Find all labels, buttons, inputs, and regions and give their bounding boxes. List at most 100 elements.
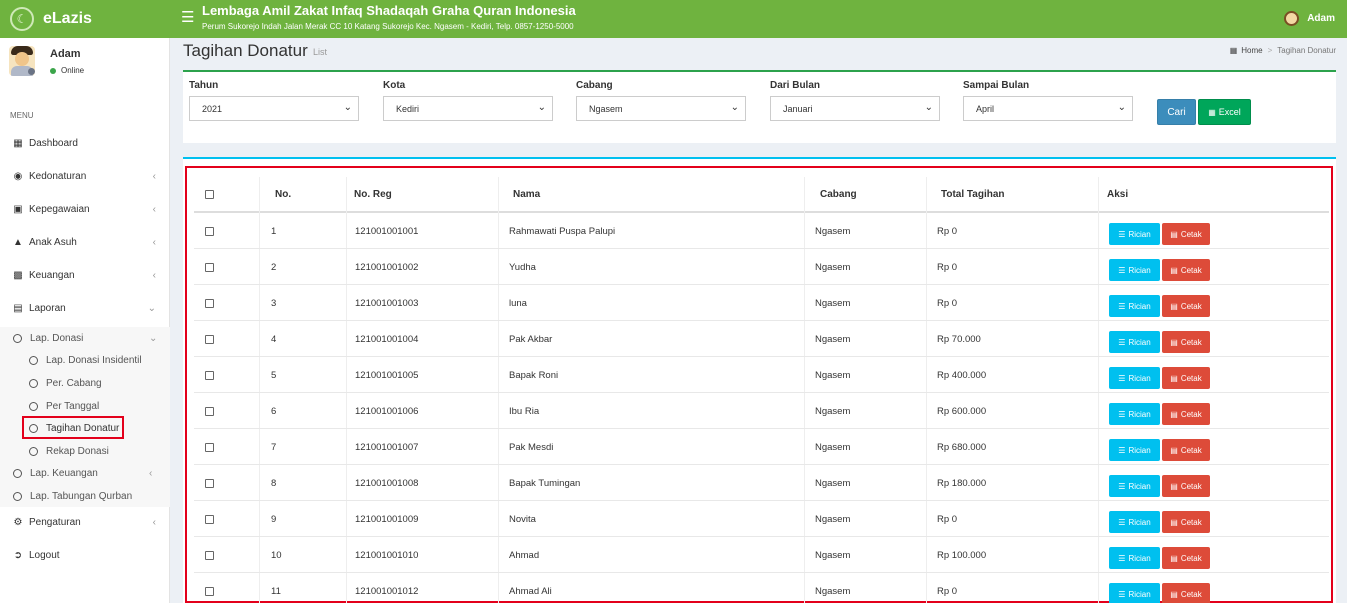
sidebar-item-lap-donasi[interactable]: Lap. Donasi ⌄ <box>13 327 157 349</box>
sidebar-item-lap-donasi-insidentil[interactable]: Lap. Donasi Insidentil <box>29 349 142 371</box>
cetak-label: Cetak <box>1180 553 1202 563</box>
row-checkbox[interactable] <box>205 285 214 321</box>
cetak-button[interactable]: ▤ Cetak <box>1162 367 1210 389</box>
sidebar-item-label: Kepegawaian <box>29 204 90 215</box>
excel-label: Excel <box>1218 107 1241 117</box>
cetak-label: Cetak <box>1180 589 1202 599</box>
cell-nama: Novita <box>509 513 536 525</box>
sidebar-item-per-tanggal[interactable]: Per Tanggal <box>29 395 99 417</box>
rincian-button[interactable]: ☰ Rician <box>1109 331 1160 353</box>
org-address: Perum Sukorejo Indah Jalan Merak CC 10 K… <box>202 22 574 31</box>
status-label: Online <box>61 66 85 75</box>
tahun-select[interactable]: 2021 ⌄ <box>189 96 359 121</box>
rincian-button[interactable]: ☰ Rician <box>1109 295 1160 317</box>
cetak-button[interactable]: ▤ Cetak <box>1162 511 1210 533</box>
col-no-reg[interactable]: No. Reg <box>354 177 392 211</box>
chevron-left-icon: ‹ <box>152 517 156 528</box>
cell-cabang: Ngasem <box>815 261 851 273</box>
table-row: 4 121001001004 Pak Akbar Ngasem Rp 70.000 ☰ Ri… <box>194 321 1329 357</box>
app-logo[interactable]: ☾ eLazis <box>0 0 170 38</box>
cell-nama: Ahmad <box>509 549 540 561</box>
chevron-left-icon: ‹ <box>152 237 156 248</box>
rincian-button[interactable]: ☰ Rician <box>1109 475 1160 497</box>
rincian-button[interactable]: ☰ Rician <box>1109 583 1160 603</box>
cell-no-reg: 121001001010 <box>355 549 419 561</box>
col-cabang[interactable]: Cabang <box>820 177 857 211</box>
cell-cabang: Ngasem <box>815 585 851 597</box>
sidebar-item-anak-asuh[interactable]: ▲ Anak Asuh ‹ <box>0 226 170 259</box>
col-no[interactable]: No. <box>275 177 291 211</box>
col-nama[interactable]: Nama <box>513 177 540 211</box>
cell-total-tagihan: Rp 0 <box>937 261 958 273</box>
chevron-left-icon: ‹ <box>149 467 153 479</box>
rincian-button[interactable]: ☰ Rician <box>1109 259 1160 281</box>
cetak-button[interactable]: ▤ Cetak <box>1162 223 1210 245</box>
col-total-tagihan[interactable]: Total Tagihan <box>941 177 1005 211</box>
cetak-button[interactable]: ▤ Cetak <box>1162 475 1210 497</box>
cabang-select[interactable]: Ngasem ⌄ <box>576 96 746 121</box>
sidebar-item-label: Per. Cabang <box>46 377 102 389</box>
sidebar-item-kedonaturan[interactable]: ◉ Kedonaturan ‹ <box>0 160 170 193</box>
cetak-button[interactable]: ▤ Cetak <box>1162 295 1210 317</box>
user-status: Online <box>50 66 84 75</box>
excel-button[interactable]: ▦ Excel <box>1198 99 1251 125</box>
cell-no: 8 <box>271 477 277 489</box>
file-pdf-icon: ▤ <box>1170 337 1178 347</box>
table-row: 5 121001001005 Bapak Roni Ngasem Rp 400.000 ☰… <box>194 357 1329 393</box>
cetak-button[interactable]: ▤ Cetak <box>1162 547 1210 569</box>
row-checkbox[interactable] <box>205 321 214 357</box>
row-checkbox[interactable] <box>205 537 214 573</box>
hamburger-icon[interactable]: ☰ <box>181 10 194 25</box>
row-checkbox[interactable] <box>205 393 214 429</box>
cetak-button[interactable]: ▤ Cetak <box>1162 583 1210 603</box>
sidebar-item-rekap-donasi[interactable]: Rekap Donasi <box>29 440 109 462</box>
row-checkbox[interactable] <box>205 465 214 501</box>
sidebar-item-laporan[interactable]: ▤ Laporan ⌄ <box>0 292 170 325</box>
chevron-left-icon: ‹ <box>152 204 156 215</box>
file-pdf-icon: ▤ <box>1170 409 1178 419</box>
row-checkbox[interactable] <box>205 429 214 465</box>
cetak-button[interactable]: ▤ Cetak <box>1162 439 1210 461</box>
sidebar-item-keuangan[interactable]: ▩ Keuangan ‹ <box>0 259 170 292</box>
sidebar-item-lap-tabungan-qurban[interactable]: Lap. Tabungan Qurban <box>13 485 132 507</box>
sidebar-item-pengaturan[interactable]: ⚙ Pengaturan ‹ <box>0 506 170 539</box>
rincian-button[interactable]: ☰ Rician <box>1109 439 1160 461</box>
cetak-button[interactable]: ▤ Cetak <box>1162 331 1210 353</box>
cell-no-reg: 121001001012 <box>355 585 419 597</box>
row-checkbox[interactable] <box>205 249 214 285</box>
rincian-button[interactable]: ☰ Rician <box>1109 511 1160 533</box>
list-icon: ☰ <box>1118 517 1126 527</box>
row-checkbox[interactable] <box>205 501 214 537</box>
cetak-button[interactable]: ▤ Cetak <box>1162 259 1210 281</box>
cetak-label: Cetak <box>1180 481 1202 491</box>
sidebar-item-dashboard[interactable]: ▦ Dashboard <box>0 127 170 160</box>
sidebar-item-lap-keuangan[interactable]: Lap. Keuangan ‹ <box>13 462 152 484</box>
sidebar-item-kepegawaian[interactable]: ▣ Kepegawaian ‹ <box>0 193 170 226</box>
page-subtitle: List <box>313 47 328 57</box>
sidebar-item-logout[interactable]: ➲ Logout <box>0 539 170 572</box>
rincian-button[interactable]: ☰ Rician <box>1109 547 1160 569</box>
row-checkbox[interactable] <box>205 573 214 603</box>
sidebar-item-per-cabang[interactable]: Per. Cabang <box>29 372 102 394</box>
list-icon: ☰ <box>1118 445 1126 455</box>
avatar <box>9 46 35 76</box>
kota-select[interactable]: Kediri ⌄ <box>383 96 553 121</box>
rincian-button[interactable]: ☰ Rician <box>1109 403 1160 425</box>
chevron-down-icon: ⌄ <box>537 102 546 113</box>
user-menu[interactable]: Adam <box>1284 11 1335 26</box>
file-pdf-icon: ▤ <box>1170 445 1178 455</box>
sampai-bulan-select[interactable]: April ⌄ <box>963 96 1133 121</box>
table-row: 2 121001001002 Yudha Ngasem Rp 0 ☰ Rician ▤ Ceta… <box>194 249 1329 285</box>
rincian-label: Rician <box>1128 589 1151 599</box>
row-checkbox[interactable] <box>205 213 214 249</box>
breadcrumb-home[interactable]: Home <box>1241 46 1262 55</box>
rincian-button[interactable]: ☰ Rician <box>1109 223 1160 245</box>
row-checkbox[interactable] <box>205 357 214 393</box>
dari-bulan-select[interactable]: Januari ⌄ <box>770 96 940 121</box>
circle-icon <box>13 491 22 501</box>
cari-button[interactable]: Cari <box>1157 99 1196 125</box>
select-all-checkbox[interactable] <box>205 177 214 211</box>
rincian-button[interactable]: ☰ Rician <box>1109 367 1160 389</box>
cetak-button[interactable]: ▤ Cetak <box>1162 403 1210 425</box>
cell-cabang: Ngasem <box>815 477 851 489</box>
